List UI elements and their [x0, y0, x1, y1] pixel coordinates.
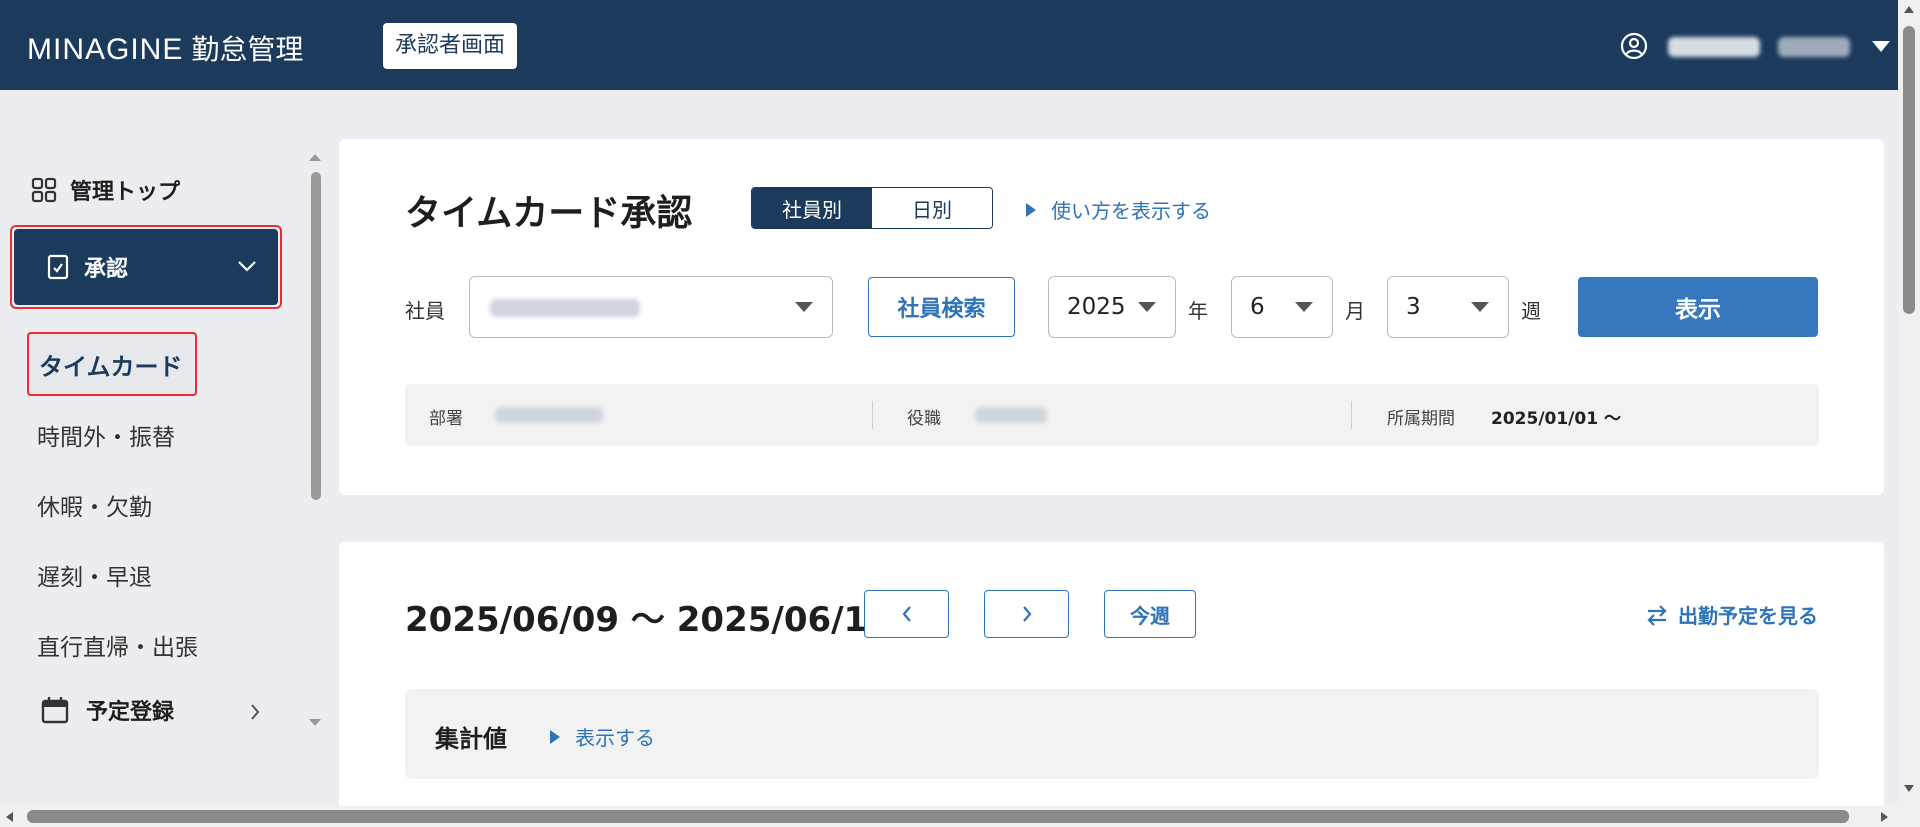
- prev-week-button[interactable]: [864, 590, 949, 638]
- sidebar-item-label: 管理トップ: [70, 180, 181, 205]
- top-header: MINAGINE 勤怠管理 承認者画面: [0, 0, 1920, 90]
- howto-link-label: 使い方を表示する: [1051, 199, 1211, 223]
- logo-text: MINAGINE: [27, 33, 184, 66]
- department-label: 部署: [429, 409, 463, 429]
- sidebar-scroll-thumb[interactable]: [311, 172, 321, 500]
- this-week-button[interactable]: 今週: [1104, 590, 1196, 638]
- calendar-icon: [41, 697, 69, 724]
- caret-down-icon: [795, 302, 813, 312]
- swap-arrows-icon: [1647, 604, 1667, 626]
- employee-label: 社員: [405, 299, 445, 323]
- month-select[interactable]: 6: [1231, 276, 1333, 338]
- show-button[interactable]: 表示: [1578, 277, 1818, 337]
- totals-panel: 集計値 表示する: [405, 689, 1819, 779]
- month-unit: 月: [1345, 299, 1365, 323]
- triangle-right-icon: [1026, 202, 1036, 217]
- year-value: 2025: [1067, 294, 1126, 320]
- position-label: 役職: [907, 409, 941, 429]
- chevron-right-icon: [1022, 606, 1031, 622]
- sidebar-scrollbar[interactable]: [306, 150, 324, 730]
- sidebar-item-admin-top[interactable]: 管理トップ: [30, 165, 270, 215]
- sidebar-item-approve-body[interactable]: 承認: [14, 229, 278, 305]
- user-circle-icon[interactable]: [1620, 32, 1648, 60]
- triangle-right-icon: [550, 729, 560, 744]
- week-select[interactable]: 3: [1387, 276, 1509, 338]
- scroll-left-icon[interactable]: [4, 811, 14, 823]
- scroll-down-icon[interactable]: [306, 716, 324, 730]
- page-horizontal-scroll-thumb[interactable]: [27, 810, 1849, 823]
- howto-link[interactable]: 使い方を表示する: [1025, 195, 1211, 224]
- week-unit: 週: [1521, 299, 1541, 323]
- user-org-redacted: [1778, 37, 1850, 57]
- caret-down-icon: [1295, 302, 1313, 312]
- week-card: 2025/06/09 〜 2025/06/15 今週 出勤予定を見る 集計値 表…: [339, 542, 1884, 812]
- period-value: 2025/01/01 〜: [1491, 409, 1621, 429]
- divider: [872, 401, 873, 429]
- employee-value-redacted: [490, 299, 640, 317]
- page-vertical-scrollbar[interactable]: [1898, 0, 1920, 812]
- employee-search-button[interactable]: 社員検索: [868, 277, 1015, 337]
- scroll-down-icon[interactable]: [1903, 784, 1915, 794]
- week-value: 3: [1406, 294, 1421, 320]
- chevron-down-icon[interactable]: [236, 259, 258, 273]
- totals-toggle-label: 表示する: [575, 726, 655, 750]
- sidebar-subitem-overtime[interactable]: 時間外・振替: [37, 418, 175, 452]
- department-value-redacted: [495, 407, 603, 423]
- app-logo[interactable]: MINAGINE 勤怠管理: [27, 28, 303, 68]
- period-label: 所属期間: [1387, 409, 1455, 429]
- page-horizontal-scrollbar[interactable]: [0, 806, 1920, 827]
- caret-down-icon[interactable]: [1870, 38, 1892, 54]
- page-title: タイムカード承認: [405, 193, 693, 234]
- next-week-button[interactable]: [984, 590, 1069, 638]
- view-schedule-link[interactable]: 出勤予定を見る: [1644, 600, 1818, 629]
- view-toggle-by-employee[interactable]: 社員別: [752, 188, 872, 228]
- month-value: 6: [1250, 294, 1265, 320]
- sidebar-item-label: 承認: [84, 257, 129, 282]
- user-name-redacted[interactable]: [1668, 37, 1760, 57]
- sidebar-item-schedule[interactable]: 予定登録: [40, 690, 275, 730]
- caret-down-icon: [1138, 302, 1156, 312]
- page-vertical-scroll-thumb[interactable]: [1903, 26, 1915, 314]
- divider: [1351, 401, 1352, 429]
- sidebar-subitem-late[interactable]: 遅刻・早退: [37, 558, 152, 592]
- sidebar-subitem-direct[interactable]: 直行直帰・出張: [37, 628, 198, 662]
- chevron-left-icon: [902, 606, 911, 622]
- scroll-right-icon[interactable]: [1880, 811, 1890, 823]
- sidebar-subitem-timecard[interactable]: タイムカード: [27, 332, 197, 396]
- clipboard-check-icon: [47, 254, 69, 280]
- scroll-up-icon[interactable]: [306, 150, 324, 164]
- sidebar-item-approve[interactable]: 承認: [10, 225, 282, 309]
- view-toggle: 社員別 日別: [751, 187, 993, 229]
- week-range: 2025/06/09 〜 2025/06/15: [405, 600, 891, 640]
- sidebar: 管理トップ 承認 タイムカード 時間外・振替 休暇・欠勤 遅刻・早退 直行直帰・…: [0, 90, 330, 800]
- year-select[interactable]: 2025: [1048, 276, 1176, 338]
- sidebar-subitem-leave[interactable]: 休暇・欠勤: [37, 488, 152, 522]
- totals-show-toggle[interactable]: 表示する: [549, 722, 655, 751]
- year-unit: 年: [1188, 299, 1208, 323]
- totals-title: 集計値: [435, 725, 507, 753]
- employee-select[interactable]: [469, 276, 833, 338]
- scroll-up-icon[interactable]: [1903, 4, 1915, 14]
- filter-card: タイムカード承認 社員別 日別 使い方を表示する 社員 社員検索 2025 年 …: [339, 139, 1884, 495]
- logo-subtitle: 勤怠管理: [191, 33, 304, 66]
- view-schedule-label: 出勤予定を見る: [1678, 604, 1818, 628]
- role-badge: 承認者画面: [383, 23, 518, 69]
- employee-info-band: 部署 役職 所属期間 2025/01/01 〜: [405, 384, 1819, 446]
- view-toggle-by-day[interactable]: 日別: [872, 188, 992, 228]
- grid-icon: [31, 177, 57, 203]
- caret-down-icon: [1471, 302, 1489, 312]
- sidebar-item-label: 予定登録: [86, 700, 175, 725]
- position-value-redacted: [975, 407, 1047, 423]
- chevron-right-icon[interactable]: [249, 702, 261, 722]
